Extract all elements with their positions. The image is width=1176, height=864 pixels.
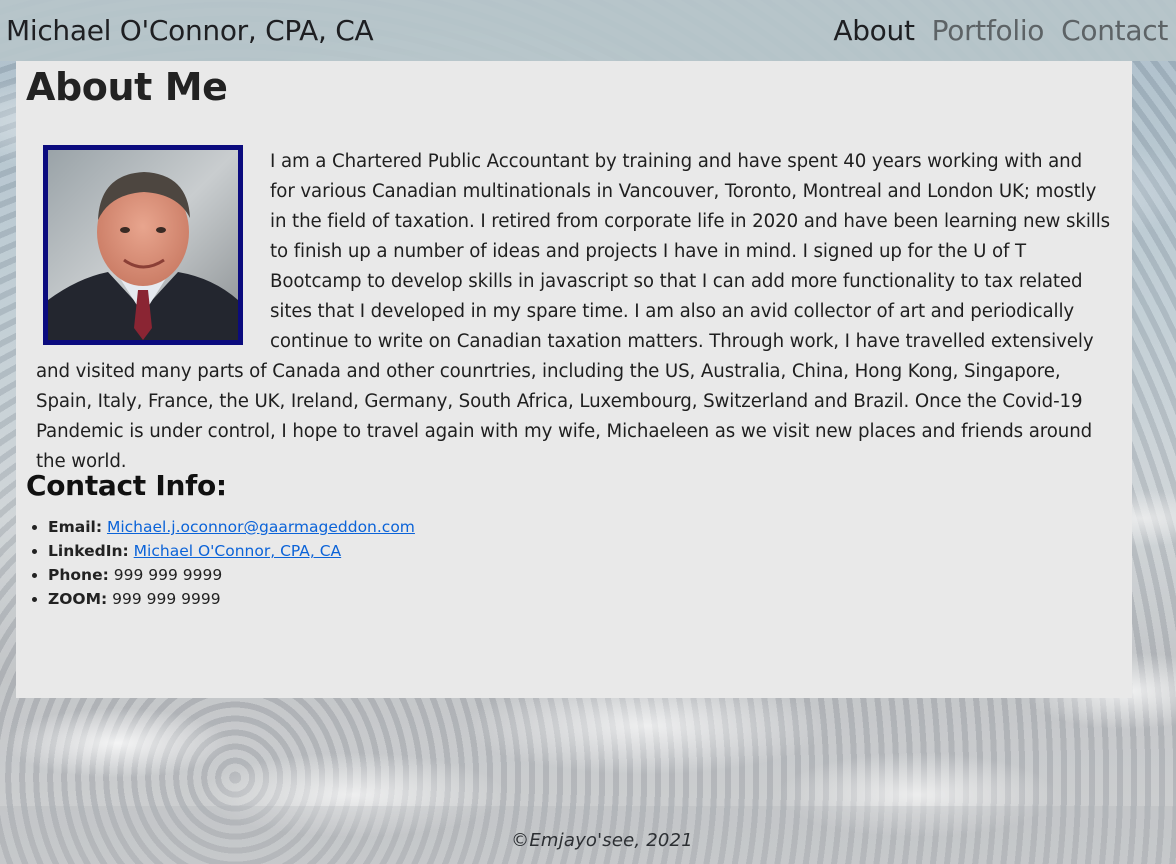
about-panel: About Me I am a Chartered Public Account… <box>16 61 1132 698</box>
bio-section: I am a Chartered Public Accountant by tr… <box>36 145 1112 477</box>
contact-label: Phone: <box>48 566 109 584</box>
portrait-image <box>48 150 238 340</box>
email-link[interactable]: Michael.j.oconnor@gaarmageddon.com <box>107 518 415 536</box>
nav-link-about[interactable]: About <box>833 14 915 47</box>
contact-item-zoom: ZOOM: 999 999 9999 <box>32 587 415 611</box>
navbar: Michael O'Connor, CPA, CA About Portfoli… <box>0 0 1176 61</box>
footer-copyright: ©Emjayo'see, 2021 <box>511 830 693 851</box>
nav-link-contact[interactable]: Contact <box>1061 14 1168 47</box>
nav-links: About Portfolio Contact <box>833 14 1168 47</box>
contact-label: Email: <box>48 518 103 536</box>
contact-label: LinkedIn: <box>48 542 129 560</box>
nav-link-portfolio[interactable]: Portfolio <box>932 14 1045 47</box>
contact-label: ZOOM: <box>48 590 108 608</box>
phone-value: 999 999 9999 <box>113 566 223 584</box>
profile-photo <box>43 145 243 345</box>
page-title: About Me <box>26 65 228 109</box>
contact-item-linkedin: LinkedIn: Michael O'Connor, CPA, CA <box>32 539 415 563</box>
linkedin-link[interactable]: Michael O'Connor, CPA, CA <box>134 542 341 560</box>
contact-item-phone: Phone: 999 999 9999 <box>32 563 415 587</box>
footer: ©Emjayo'see, 2021 <box>0 830 1176 851</box>
zoom-value: 999 999 9999 <box>112 590 221 608</box>
brand-title[interactable]: Michael O'Connor, CPA, CA <box>6 14 374 47</box>
contact-title: Contact Info: <box>26 469 227 502</box>
contact-list: Email: Michael.j.oconnor@gaarmageddon.co… <box>32 515 415 611</box>
contact-item-email: Email: Michael.j.oconnor@gaarmageddon.co… <box>32 515 415 539</box>
